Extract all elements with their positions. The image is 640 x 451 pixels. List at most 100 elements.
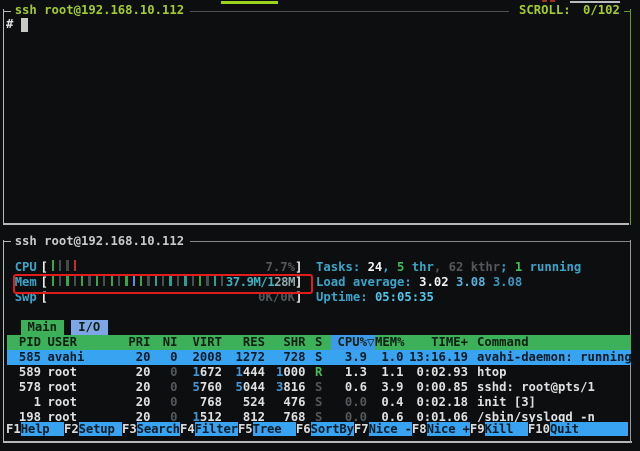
tab-io[interactable]: I/O <box>71 320 108 335</box>
process-row[interactable]: 589root200167214441000R1.31.10:02.93htop <box>0 365 640 380</box>
process-row[interactable]: 1root200768524476S0.00.40:02.18init [3] <box>0 395 640 410</box>
cell-pid: 578 <box>19 380 41 395</box>
fn-key-label[interactable]: F6 <box>296 422 311 436</box>
tasks-kthr: , 62 kthr <box>434 260 500 274</box>
column-header-pri[interactable]: PRI <box>128 335 150 350</box>
tasks-running-label: running <box>522 260 581 274</box>
cell-ni: 0 <box>170 395 177 410</box>
column-header-command[interactable]: Command <box>477 335 529 350</box>
fn-key-action[interactable]: Search <box>137 422 180 436</box>
load-1min: 3.02 <box>419 275 448 289</box>
function-key-bar: F1Help F2Setup F3SearchF4FilterF5Tree F6… <box>6 422 628 436</box>
cell-state: R <box>315 365 322 380</box>
overlay-red-mark <box>542 0 547 2</box>
cell-user: root <box>48 380 77 395</box>
fn-key-action[interactable]: Tree <box>253 422 296 436</box>
fn-key-action[interactable]: Setup <box>79 422 122 436</box>
top-pane-title: ssh root@192.168.10.112 <box>15 3 184 18</box>
cell-command: init [3] <box>477 395 536 410</box>
tasks-thr-label: thr <box>404 260 433 274</box>
column-header-ni[interactable]: NI <box>163 335 178 350</box>
cell-state: S <box>315 380 322 395</box>
cell-pid: 589 <box>19 365 41 380</box>
column-header-mem[interactable]: MEM% <box>375 335 404 350</box>
cell-time: 0:00.85 <box>416 380 468 395</box>
cell-pri: 20 <box>136 365 151 380</box>
tab-main[interactable]: Main <box>21 320 64 335</box>
fn-key-action[interactable]: Nice - <box>369 422 412 436</box>
cell-cpu: 1.3 <box>345 365 367 380</box>
annotation-highlight-box <box>13 274 313 294</box>
fn-key-action[interactable]: SortBy <box>311 422 354 436</box>
cell-mem: 1.1 <box>381 365 403 380</box>
top-pane-border-right <box>630 9 632 225</box>
overlay-red-mark <box>550 0 555 2</box>
cell-pid: 585 <box>19 350 41 365</box>
process-row[interactable]: 585avahi20020081272728S3.91.013:16.19ava… <box>0 350 640 365</box>
column-header-state[interactable]: S <box>315 335 322 350</box>
cell-mem: 0.4 <box>381 395 403 410</box>
fn-key-action[interactable]: Nice + <box>427 422 470 436</box>
cell-mem: 3.9 <box>381 380 403 395</box>
fn-key-action[interactable]: Help <box>21 422 64 436</box>
terminal-cursor[interactable] <box>21 18 28 32</box>
bottom-pane-border-bottom <box>3 441 632 443</box>
fn-key-label[interactable]: F9 <box>470 422 485 436</box>
cell-pri: 20 <box>136 395 151 410</box>
scroll-indicator-value: 0/102 <box>583 3 620 18</box>
cell-cpu: 0.6 <box>345 380 367 395</box>
fn-key-label[interactable]: F3 <box>122 422 137 436</box>
cell-virt: 1672 <box>193 365 222 380</box>
fn-key-label[interactable]: F2 <box>64 422 79 436</box>
cell-pri: 20 <box>136 380 151 395</box>
column-header-time[interactable]: TIME+ <box>431 335 468 350</box>
cell-res: 5044 <box>236 380 265 395</box>
cell-virt: 768 <box>200 395 222 410</box>
fn-key-action[interactable]: Filter <box>195 422 238 436</box>
sort-arrow-icon: ▽ <box>367 335 374 350</box>
column-header-pid[interactable]: PID <box>19 335 41 350</box>
cell-cpu: 3.9 <box>345 350 367 365</box>
cell-shr: 1000 <box>276 365 305 380</box>
tasks-label: Tasks: <box>316 260 368 274</box>
fn-key-action[interactable]: Quit <box>550 422 593 436</box>
cell-res: 1444 <box>236 365 265 380</box>
fn-key-label[interactable]: F4 <box>180 422 195 436</box>
uptime-label: Uptime: <box>316 290 375 304</box>
fn-key-label[interactable]: F1 <box>6 422 21 436</box>
cell-res: 524 <box>243 395 265 410</box>
load-average-label: Load average: <box>316 275 419 289</box>
cell-pri: 20 <box>136 350 151 365</box>
cell-command: htop <box>477 365 506 380</box>
cell-shr: 728 <box>283 350 305 365</box>
cell-state: S <box>315 350 322 365</box>
cell-cpu: 0.0 <box>345 395 367 410</box>
process-table-header[interactable]: PID USER PRI NI VIRT RES SHR S CPU%▽MEM% TIME+ Com… <box>0 335 640 350</box>
column-header-res[interactable]: RES <box>243 335 265 350</box>
cell-shr: 476 <box>283 395 305 410</box>
fn-key-label[interactable]: F5 <box>238 422 253 436</box>
load-15min: 3.08 <box>493 275 522 289</box>
column-header-user[interactable]: USER <box>48 335 77 350</box>
fn-key-label[interactable]: F8 <box>412 422 427 436</box>
tasks-count: 24 <box>368 260 383 274</box>
fn-key-label[interactable]: F10 <box>528 422 550 436</box>
cell-shr: 3816 <box>276 380 305 395</box>
fn-key-action[interactable]: Kill <box>485 422 528 436</box>
cell-mem: 1.0 <box>381 350 403 365</box>
bottom-pane-title: ssh root@192.168.10.112 <box>15 234 184 249</box>
cell-user: avahi <box>48 350 85 365</box>
overlay-green-line <box>221 1 278 4</box>
fn-key-label[interactable]: F7 <box>354 422 369 436</box>
column-header-virt[interactable]: VIRT <box>193 335 222 350</box>
fn-bar-filler <box>593 422 628 436</box>
cell-command: sshd: root@pts/1 <box>477 380 595 395</box>
column-header-shr[interactable]: SHR <box>283 335 305 350</box>
cell-user: root <box>48 365 77 380</box>
process-row[interactable]: 578root200576050443816S0.63.90:00.85sshd… <box>0 380 640 395</box>
tasks-summary: Tasks: 24, 5 thr, 62 kthr; 1 running <box>0 260 640 275</box>
column-header-cpu[interactable]: CPU% <box>338 335 367 350</box>
cell-virt: 5760 <box>193 380 222 395</box>
cell-user: root <box>48 395 77 410</box>
cell-command: avahi-daemon: running <box>477 350 632 365</box>
